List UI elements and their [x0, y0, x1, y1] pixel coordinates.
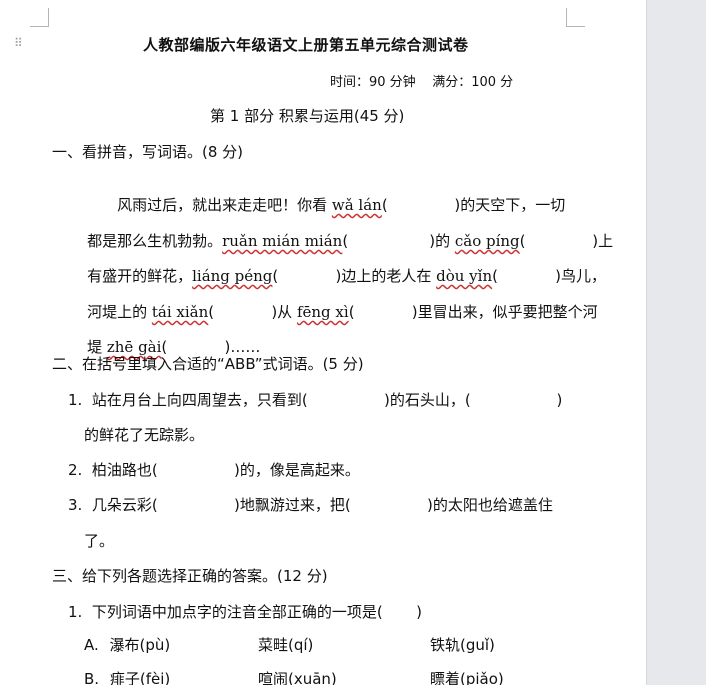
option-b-word-1: 痱子(fèi)	[109, 670, 171, 685]
pinyin-feng-xi: fēng xì	[296, 303, 349, 321]
question-2-1-cont: 的鲜花了无踪影。	[84, 426, 205, 444]
option-a-word-1: 瀑布(pù)	[109, 636, 171, 654]
option-a-word-3: 铁轨(guǐ)	[430, 636, 495, 654]
answer-blank-7[interactable]: ( )里冒出来，似乎要把整个河	[349, 303, 598, 321]
section-1-heading: 一、看拼音，写词语。(8 分)	[52, 143, 244, 161]
part-heading: 第 1 部分 积累与运用(45 分)	[210, 107, 405, 125]
option-a-word-2: 菜畦(qí)	[258, 636, 314, 654]
option-b-word-3: 瞟着(piǎo)	[430, 670, 504, 685]
document-page: ⠿ 人教部编版六年级语文上册第五单元综合测试卷 时间：90 分钟 满分：100 …	[0, 0, 646, 685]
exam-info: 时间：90 分钟 满分：100 分	[330, 75, 514, 90]
option-b[interactable]: B. 痱子(fèi)	[84, 668, 170, 685]
page-corner-mark-top-left	[30, 8, 49, 27]
drag-handle-icon[interactable]: ⠿	[14, 36, 26, 50]
section-3-heading: 三、给下列各题选择正确的答案。(12 分)	[52, 567, 328, 585]
section-2-heading: 二、在括号里填入合适的“ABB”式词语。(5 分)	[52, 355, 364, 373]
question-2-2[interactable]: 2. 柏油路也( )的，像是高起来。	[68, 459, 360, 480]
option-b-word-2: 喧闹(xuān)	[258, 670, 337, 685]
question-2-3-cont: 了。	[84, 532, 115, 550]
question-2-3[interactable]: 3. 几朵云彩( )地飘游过来，把( )的太阳也给遮盖住	[68, 494, 553, 515]
question-2-1[interactable]: 1. 站在月台上向四周望去，只看到( )的石头山，( )	[68, 389, 562, 410]
editor-side-margin	[646, 0, 706, 685]
option-a[interactable]: A. 瀑布(pù)	[84, 634, 170, 655]
question-3-1[interactable]: 1. 下列词语中加点字的注音全部正确的一项是( )	[68, 601, 422, 622]
document-title: 人教部编版六年级语文上册第五单元综合测试卷	[143, 36, 469, 54]
page-corner-mark-top-right	[566, 8, 585, 27]
